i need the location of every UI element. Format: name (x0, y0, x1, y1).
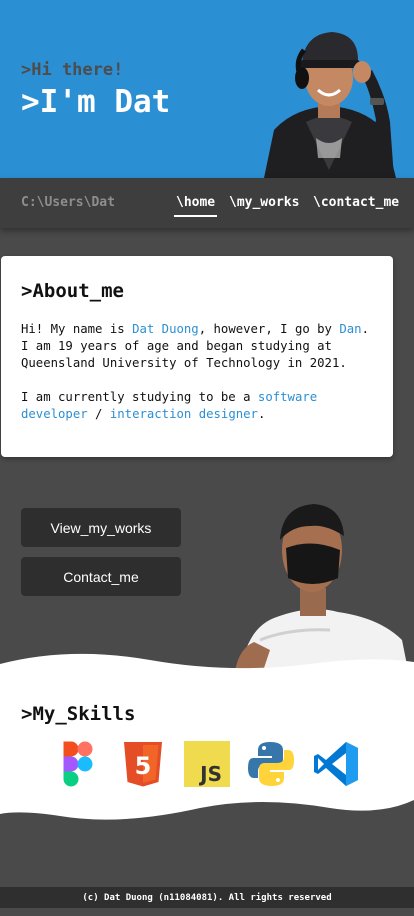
about-paragraph-2: I am currently studying to be a software… (21, 389, 373, 423)
hero-greeting: >Hi there! (21, 60, 124, 80)
figma-icon (63, 741, 93, 787)
hero-banner: >Hi there! >I'm Dat (0, 0, 414, 178)
python-icon (248, 742, 294, 786)
javascript-icon: JS (184, 741, 230, 787)
highlight-nickname: Dan (339, 322, 362, 336)
top-navbar: C:\Users\Dat \home \my_works \contact_me (0, 178, 414, 228)
vscode-icon (314, 742, 358, 786)
nav-link-home[interactable]: \home (173, 195, 218, 217)
skills-title: >My_Skills (21, 703, 136, 725)
about-text: , however, I go by (198, 322, 340, 336)
about-card: >About_me Hi! My name is Dat Duong, howe… (1, 256, 393, 457)
about-text: / (87, 407, 110, 421)
about-title: >About_me (21, 280, 124, 302)
about-text: . (257, 407, 266, 421)
nav-link-my-works[interactable]: \my_works (229, 195, 299, 210)
copyright-text: (c) Dat Duong (n11084081). All rights re… (82, 892, 332, 903)
html5-icon: 5 (124, 742, 162, 787)
directory-path: C:\Users\Dat (21, 195, 115, 210)
hero-name: >I'm Dat (21, 84, 171, 120)
javascript-label: JS (198, 762, 222, 786)
highlight-name: Dat Duong (132, 322, 199, 336)
about-text: Hi! My name is (21, 322, 133, 336)
contact-me-button[interactable]: Contact_me (21, 557, 181, 596)
nav-link-contact-me[interactable]: \contact_me (313, 195, 399, 210)
about-paragraph-1: Hi! My name is Dat Duong, however, I go … (21, 321, 373, 372)
about-text: I am currently studying to be a (21, 390, 258, 404)
html5-label: 5 (135, 752, 152, 780)
view-my-works-button[interactable]: View_my_works (21, 508, 181, 547)
skills-section-background (0, 653, 414, 820)
profile-photo (264, 32, 396, 178)
footer: (c) Dat Duong (n11084081). All rights re… (0, 887, 414, 908)
highlight-role-interaction: interaction designer (109, 407, 258, 421)
